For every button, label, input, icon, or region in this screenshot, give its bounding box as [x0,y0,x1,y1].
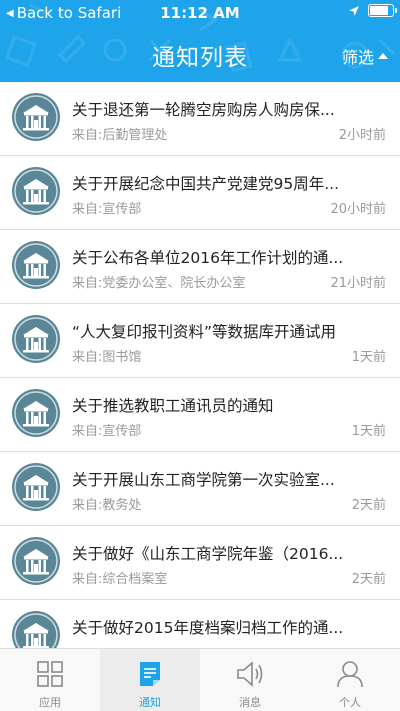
tab-label: 消息 [239,696,261,709]
notification-item[interactable]: 关于做好2015年度档案归档工作的通... [0,600,400,648]
notification-list: 关于退还第一轮腾空房购房人购房保... 来自:后勤管理处 2小时前 关于开展纪念… [0,82,400,648]
page-title: 通知列表 [152,45,248,71]
notification-source: 来自:教务处 [72,498,142,513]
notification-title: 关于开展山东工商学院第一次实验室... [72,471,335,489]
notification-source: 来自:后勤管理处 [72,128,168,143]
building-icon [12,611,60,648]
tab-label: 应用 [39,696,61,709]
status-time: 11:12 AM [160,4,240,22]
notification-source: 来自:图书馆 [72,350,142,365]
notification-time: 20小时前 [330,202,386,217]
building-icon [12,315,60,363]
notification-source: 来自:宣传部 [72,202,142,217]
location-arrow-icon [349,5,359,16]
notification-time: 2天前 [351,572,386,587]
status-right [348,4,397,17]
tab-speaker[interactable]: 消息 [200,649,300,711]
tab-grid[interactable]: 应用 [0,649,100,711]
notification-title: 关于推选教职工通讯员的通知 [72,397,274,415]
notification-title: 关于公布各单位2016年工作计划的通... [72,249,344,267]
speaker-icon [235,659,265,689]
notification-title: 关于做好《山东工商学院年鉴（2016... [72,545,344,563]
notification-item[interactable]: 关于退还第一轮腾空房购房人购房保... 来自:后勤管理处 2小时前 [0,82,400,156]
notification-item[interactable]: “人大复印报刊资料”等数据库开通试用 来自:图书馆 1天前 [0,304,400,378]
notification-time: 2天前 [351,498,386,513]
notification-time: 2小时前 [338,128,386,143]
status-bar: ◀ Back to Safari 11:12 AM [0,0,400,28]
building-icon [12,389,60,437]
tab-person[interactable]: 个人 [300,649,400,711]
notification-title: 关于做好2015年度档案归档工作的通... [72,619,344,637]
header: ◀ Back to Safari 11:12 AM 通知列表 筛选 [0,0,400,82]
filter-label: 筛选 [341,48,374,67]
battery-icon [368,4,397,17]
notification-time: 1天前 [351,350,386,365]
tab-document[interactable]: 通知 [100,649,200,711]
notification-time: 1天前 [351,424,386,439]
notification-item[interactable]: 关于做好《山东工商学院年鉴（2016... 来自:综合档案室 2天前 [0,526,400,600]
tab-label: 通知 [139,696,161,709]
person-icon [335,659,365,689]
notification-item[interactable]: 关于开展山东工商学院第一次实验室... 来自:教务处 2天前 [0,452,400,526]
grid-icon [35,659,65,689]
notification-item[interactable]: 关于开展纪念中国共产党建党95周年... 来自:宣传部 20小时前 [0,156,400,230]
building-icon [12,463,60,511]
nav-bar: 通知列表 筛选 [0,28,400,82]
notification-time: 21小时前 [330,276,386,291]
document-icon [135,659,165,689]
notification-source: 来自:党委办公室、院长办公室 [72,276,246,291]
building-icon [12,167,60,215]
tab-label: 个人 [339,696,361,709]
notification-source: 来自:宣传部 [72,424,142,439]
tab-bar: 应用 通知 消息 个人 [0,648,400,711]
notification-item[interactable]: 关于公布各单位2016年工作计划的通... 来自:党委办公室、院长办公室 21小… [0,230,400,304]
notification-title: “人大复印报刊资料”等数据库开通试用 [72,323,337,341]
notification-source: 来自:综合档案室 [72,572,168,587]
building-icon [12,241,60,289]
notification-title: 关于开展纪念中国共产党建党95周年... [72,175,340,193]
building-icon [12,537,60,585]
notification-item[interactable]: 关于推选教职工通讯员的通知 来自:宣传部 1天前 [0,378,400,452]
filter-button[interactable]: 筛选 [342,44,388,68]
battery-fill [370,6,388,15]
caret-up-icon [378,53,388,59]
building-icon [12,93,60,141]
notification-title: 关于退还第一轮腾空房购房人购房保... [72,101,335,119]
